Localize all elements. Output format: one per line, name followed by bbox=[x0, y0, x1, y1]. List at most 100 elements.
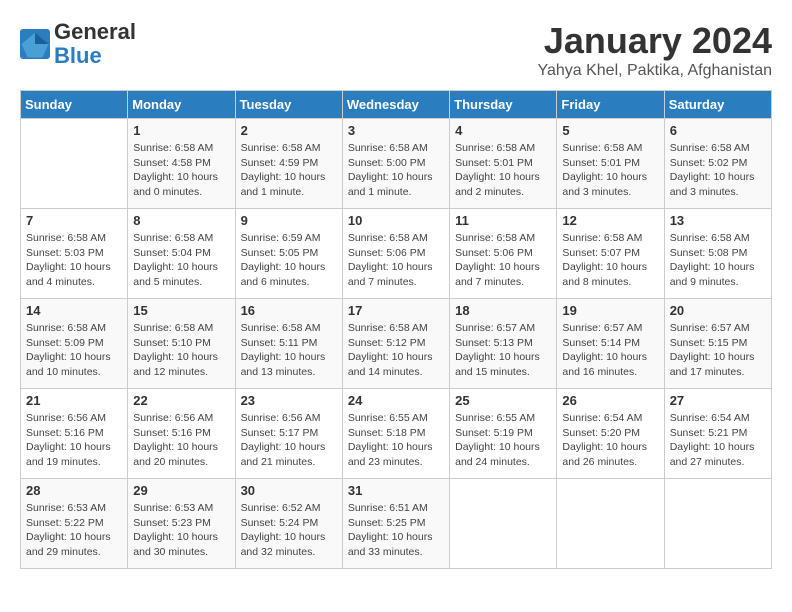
day-info: Sunrise: 6:55 AM Sunset: 5:19 PM Dayligh… bbox=[455, 411, 551, 470]
calendar-cell: 5Sunrise: 6:58 AM Sunset: 5:01 PM Daylig… bbox=[557, 119, 664, 209]
calendar-body: 1 Sunrise: 6:58 AM Sunset: 4:58 PM Daylig… bbox=[21, 119, 772, 569]
day-number: 25 bbox=[455, 393, 551, 408]
title-block: January 2024 Yahya Khel, Paktika, Afghan… bbox=[537, 20, 772, 80]
calendar-week-row: 1 Sunrise: 6:58 AM Sunset: 4:58 PM Daylig… bbox=[21, 119, 772, 209]
page-header: General Blue January 2024 Yahya Khel, Pa… bbox=[20, 20, 772, 80]
day-info: Sunrise: 6:54 AM Sunset: 5:20 PM Dayligh… bbox=[562, 411, 658, 470]
day-number: 1 bbox=[133, 123, 229, 138]
calendar-cell: 21 Sunrise: 6:56 AM Sunset: 5:16 PM Dayli… bbox=[21, 389, 128, 479]
day-info: Sunrise: 6:58 AM Sunset: 5:02 PM Dayligh… bbox=[670, 141, 766, 200]
calendar-cell: 10Sunrise: 6:58 AM Sunset: 5:06 PM Dayli… bbox=[342, 209, 449, 299]
calendar-cell bbox=[557, 479, 664, 569]
day-number: 18 bbox=[455, 303, 551, 318]
day-number: 12 bbox=[562, 213, 658, 228]
logo-text: General Blue bbox=[54, 20, 136, 68]
calendar-cell: 3 Sunrise: 6:58 AM Sunset: 5:00 PM Daylig… bbox=[342, 119, 449, 209]
day-info: Sunrise: 6:53 AM Sunset: 5:22 PM Dayligh… bbox=[26, 501, 122, 560]
day-info: Sunrise: 6:58 AM Sunset: 5:06 PM Dayligh… bbox=[455, 231, 551, 290]
calendar-cell bbox=[450, 479, 557, 569]
day-number: 30 bbox=[241, 483, 337, 498]
calendar-cell: 12 Sunrise: 6:58 AM Sunset: 5:07 PM Dayli… bbox=[557, 209, 664, 299]
calendar-cell: 26 Sunrise: 6:54 AM Sunset: 5:20 PM Dayli… bbox=[557, 389, 664, 479]
month-title: January 2024 bbox=[537, 20, 772, 62]
calendar-cell: 4 Sunrise: 6:58 AM Sunset: 5:01 PM Daylig… bbox=[450, 119, 557, 209]
day-info: Sunrise: 6:58 AM Sunset: 5:03 PM Dayligh… bbox=[26, 231, 122, 290]
day-info: Sunrise: 6:51 AM Sunset: 5:25 PM Dayligh… bbox=[348, 501, 444, 560]
logo-line1: General bbox=[54, 19, 136, 44]
day-number: 9 bbox=[241, 213, 337, 228]
day-number: 7 bbox=[26, 213, 122, 228]
day-info: Sunrise: 6:58 AM Sunset: 4:58 PM Dayligh… bbox=[133, 141, 229, 200]
day-info: Sunrise: 6:56 AM Sunset: 5:16 PM Dayligh… bbox=[26, 411, 122, 470]
day-info: Sunrise: 6:58 AM Sunset: 5:09 PM Dayligh… bbox=[26, 321, 122, 380]
calendar-cell: 9 Sunrise: 6:59 AM Sunset: 5:05 PM Daylig… bbox=[235, 209, 342, 299]
day-number: 28 bbox=[26, 483, 122, 498]
day-info: Sunrise: 6:54 AM Sunset: 5:21 PM Dayligh… bbox=[670, 411, 766, 470]
day-info: Sunrise: 6:59 AM Sunset: 5:05 PM Dayligh… bbox=[241, 231, 337, 290]
day-number: 13 bbox=[670, 213, 766, 228]
logo-icon bbox=[20, 29, 50, 59]
day-info: Sunrise: 6:56 AM Sunset: 5:16 PM Dayligh… bbox=[133, 411, 229, 470]
logo-line2: Blue bbox=[54, 43, 102, 68]
calendar-cell: 31 Sunrise: 6:51 AM Sunset: 5:25 PM Dayli… bbox=[342, 479, 449, 569]
calendar-cell: 19 Sunrise: 6:57 AM Sunset: 5:14 PM Dayli… bbox=[557, 299, 664, 389]
day-info: Sunrise: 6:58 AM Sunset: 5:12 PM Dayligh… bbox=[348, 321, 444, 380]
logo: General Blue bbox=[20, 20, 136, 68]
day-number: 26 bbox=[562, 393, 658, 408]
calendar-cell: 2 Sunrise: 6:58 AM Sunset: 4:59 PM Daylig… bbox=[235, 119, 342, 209]
location-title: Yahya Khel, Paktika, Afghanistan bbox=[537, 62, 772, 80]
day-number: 31 bbox=[348, 483, 444, 498]
day-info: Sunrise: 6:58 AM Sunset: 5:01 PM Dayligh… bbox=[562, 141, 658, 200]
weekday-header: Thursday bbox=[450, 91, 557, 119]
calendar-cell: 24Sunrise: 6:55 AM Sunset: 5:18 PM Dayli… bbox=[342, 389, 449, 479]
calendar-week-row: 21 Sunrise: 6:56 AM Sunset: 5:16 PM Dayli… bbox=[21, 389, 772, 479]
day-info: Sunrise: 6:57 AM Sunset: 5:14 PM Dayligh… bbox=[562, 321, 658, 380]
calendar-header: SundayMondayTuesdayWednesdayThursdayFrid… bbox=[21, 91, 772, 119]
day-info: Sunrise: 6:53 AM Sunset: 5:23 PM Dayligh… bbox=[133, 501, 229, 560]
calendar-cell: 22Sunrise: 6:56 AM Sunset: 5:16 PM Dayli… bbox=[128, 389, 235, 479]
calendar-cell: 30 Sunrise: 6:52 AM Sunset: 5:24 PM Dayli… bbox=[235, 479, 342, 569]
weekday-header: Friday bbox=[557, 91, 664, 119]
day-number: 20 bbox=[670, 303, 766, 318]
day-info: Sunrise: 6:58 AM Sunset: 5:00 PM Dayligh… bbox=[348, 141, 444, 200]
day-number: 6 bbox=[670, 123, 766, 138]
day-number: 2 bbox=[241, 123, 337, 138]
day-info: Sunrise: 6:58 AM Sunset: 4:59 PM Dayligh… bbox=[241, 141, 337, 200]
day-number: 27 bbox=[670, 393, 766, 408]
day-info: Sunrise: 6:55 AM Sunset: 5:18 PM Dayligh… bbox=[348, 411, 444, 470]
calendar-table: SundayMondayTuesdayWednesdayThursdayFrid… bbox=[20, 90, 772, 569]
day-number: 14 bbox=[26, 303, 122, 318]
day-number: 8 bbox=[133, 213, 229, 228]
calendar-cell: 25 Sunrise: 6:55 AM Sunset: 5:19 PM Dayli… bbox=[450, 389, 557, 479]
day-number: 19 bbox=[562, 303, 658, 318]
weekday-header: Monday bbox=[128, 91, 235, 119]
day-info: Sunrise: 6:58 AM Sunset: 5:11 PM Dayligh… bbox=[241, 321, 337, 380]
day-number: 17 bbox=[348, 303, 444, 318]
day-number: 4 bbox=[455, 123, 551, 138]
day-number: 23 bbox=[241, 393, 337, 408]
day-info: Sunrise: 6:58 AM Sunset: 5:10 PM Dayligh… bbox=[133, 321, 229, 380]
calendar-cell: 16Sunrise: 6:58 AM Sunset: 5:11 PM Dayli… bbox=[235, 299, 342, 389]
weekday-header: Saturday bbox=[664, 91, 771, 119]
calendar-cell: 23 Sunrise: 6:56 AM Sunset: 5:17 PM Dayli… bbox=[235, 389, 342, 479]
day-number: 3 bbox=[348, 123, 444, 138]
day-info: Sunrise: 6:56 AM Sunset: 5:17 PM Dayligh… bbox=[241, 411, 337, 470]
day-info: Sunrise: 6:58 AM Sunset: 5:07 PM Dayligh… bbox=[562, 231, 658, 290]
calendar-cell: 17 Sunrise: 6:58 AM Sunset: 5:12 PM Dayli… bbox=[342, 299, 449, 389]
day-info: Sunrise: 6:52 AM Sunset: 5:24 PM Dayligh… bbox=[241, 501, 337, 560]
calendar-cell: 15Sunrise: 6:58 AM Sunset: 5:10 PM Dayli… bbox=[128, 299, 235, 389]
day-number: 21 bbox=[26, 393, 122, 408]
day-info: Sunrise: 6:57 AM Sunset: 5:15 PM Dayligh… bbox=[670, 321, 766, 380]
day-info: Sunrise: 6:57 AM Sunset: 5:13 PM Dayligh… bbox=[455, 321, 551, 380]
calendar-week-row: 7 Sunrise: 6:58 AM Sunset: 5:03 PM Daylig… bbox=[21, 209, 772, 299]
header-row: SundayMondayTuesdayWednesdayThursdayFrid… bbox=[21, 91, 772, 119]
weekday-header: Tuesday bbox=[235, 91, 342, 119]
day-info: Sunrise: 6:58 AM Sunset: 5:01 PM Dayligh… bbox=[455, 141, 551, 200]
calendar-cell: 13Sunrise: 6:58 AM Sunset: 5:08 PM Dayli… bbox=[664, 209, 771, 299]
calendar-cell: 6 Sunrise: 6:58 AM Sunset: 5:02 PM Daylig… bbox=[664, 119, 771, 209]
day-number: 11 bbox=[455, 213, 551, 228]
calendar-cell bbox=[21, 119, 128, 209]
calendar-week-row: 14 Sunrise: 6:58 AM Sunset: 5:09 PM Dayli… bbox=[21, 299, 772, 389]
calendar-week-row: 28 Sunrise: 6:53 AM Sunset: 5:22 PM Dayli… bbox=[21, 479, 772, 569]
calendar-cell: 28 Sunrise: 6:53 AM Sunset: 5:22 PM Dayli… bbox=[21, 479, 128, 569]
